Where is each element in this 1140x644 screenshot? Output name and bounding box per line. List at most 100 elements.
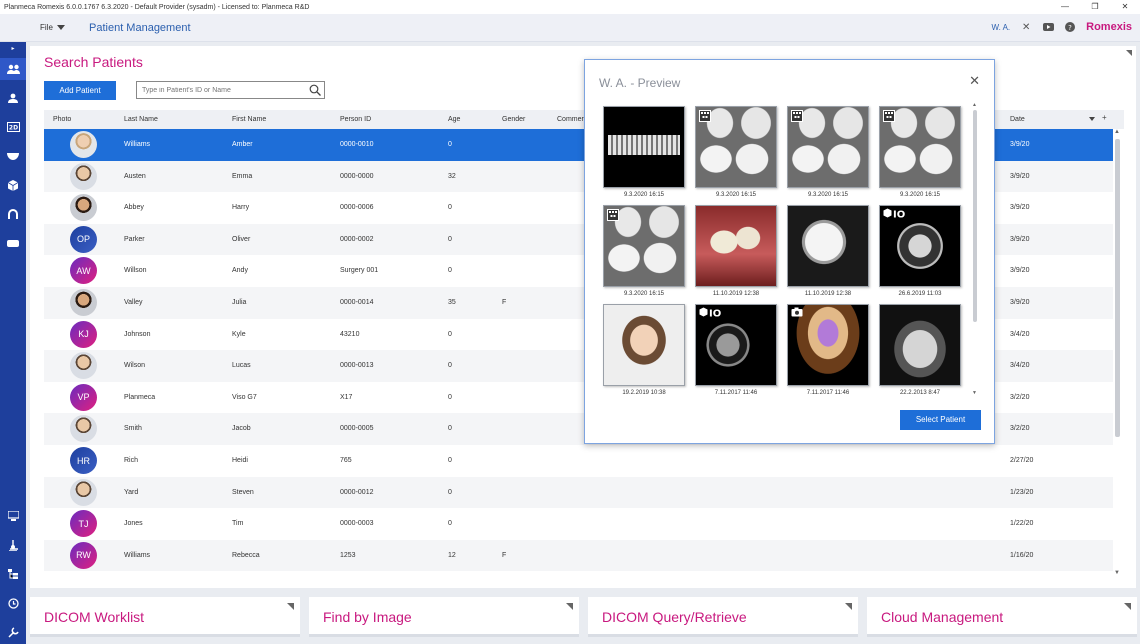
column-header-person-id[interactable]: Person ID [340, 116, 371, 123]
intraoral-grid-icon [699, 110, 711, 122]
preview-scrollbar-thumb[interactable] [973, 110, 977, 322]
preview-thumbnail[interactable]: 22.2.2013 8:47 [879, 304, 961, 396]
preview-thumbnail[interactable]: 9.3.2020 16:15 [879, 106, 961, 198]
arch-icon[interactable] [0, 203, 26, 225]
module-title: Patient Management [89, 22, 191, 34]
header-right: W. A. ✕ ? Romexis [991, 21, 1132, 33]
preview-thumbnail[interactable]: 9.3.2020 16:15 [603, 106, 685, 198]
avatar [70, 478, 97, 506]
panel-corner-icon[interactable] [1126, 50, 1132, 56]
close-patient-icon[interactable]: ✕ [1020, 21, 1032, 33]
cell-first-name: Rebecca [232, 551, 260, 559]
cell-person-id: 0000-0006 [340, 204, 374, 212]
expand-corner-icon[interactable] [566, 603, 573, 610]
preview-scrollbar[interactable]: ▲ ▼ [971, 102, 979, 398]
table-row[interactable]: Yard Steven 0000-0012 0 1/23/20 [44, 476, 1113, 509]
add-patient-button[interactable]: Add Patient [44, 81, 116, 100]
table-row[interactable]: TJ Jones Tim 0000-0003 0 1/22/20 [44, 508, 1113, 540]
preview-thumbnail[interactable]: 9.3.2020 16:15 [695, 106, 777, 198]
cbct-image[interactable]: IO [879, 205, 961, 287]
thumbnail-date: 9.3.2020 16:15 [623, 192, 665, 198]
preview-thumbnail[interactable]: 11.10.2019 12:38 [787, 205, 869, 297]
preview-thumbnail[interactable]: IO 7.11.2017 11:46 [695, 304, 777, 396]
thumbnail-date: 9.3.2020 16:15 [899, 192, 941, 198]
preview-thumbnail[interactable]: 11.10.2019 12:38 [695, 205, 777, 297]
scanner-icon[interactable] [0, 232, 26, 254]
expand-corner-icon[interactable] [845, 603, 852, 610]
svg-text:2D: 2D [8, 125, 17, 132]
workstation-icon[interactable] [0, 505, 26, 527]
select-patient-button[interactable]: Select Patient [900, 410, 981, 430]
table-row[interactable]: HR Rich Heidi 765 0 2/27/20 [44, 445, 1113, 477]
user-initials[interactable]: W. A. [991, 23, 1010, 32]
intraoral-photo-image[interactable] [695, 205, 777, 287]
microscope-icon[interactable] [0, 534, 26, 556]
intraoral-xray-image[interactable] [879, 106, 961, 188]
thumbnail-date: 26.6.2019 11:03 [898, 291, 942, 297]
patient-search-input[interactable] [137, 82, 305, 98]
preview-scroll-down-icon[interactable]: ▼ [972, 390, 977, 396]
2d-imaging-icon[interactable]: 2D [0, 116, 26, 138]
minimize-icon[interactable]: — [1050, 0, 1080, 14]
close-icon[interactable]: ✕ [969, 73, 980, 89]
panoramic-image[interactable] [879, 304, 961, 386]
3d-render-image[interactable] [787, 304, 869, 386]
preview-scroll-up-icon[interactable]: ▲ [972, 102, 977, 108]
cell-age: 0 [448, 235, 452, 243]
cbct-image[interactable]: IO [695, 304, 777, 386]
expand-corner-icon[interactable] [287, 603, 294, 610]
panoramic-image[interactable] [603, 106, 685, 188]
tooth-icon[interactable] [0, 145, 26, 167]
preview-thumbnail[interactable]: IO 26.6.2019 11:03 [879, 205, 961, 297]
intraoral-xray-image[interactable] [603, 205, 685, 287]
column-header-date[interactable]: Date [1010, 116, 1025, 123]
column-header-photo[interactable]: Photo [53, 116, 71, 123]
patients-icon[interactable] [0, 58, 26, 80]
column-header-last-name[interactable]: Last Name [124, 116, 158, 123]
patient-icon[interactable] [0, 87, 26, 109]
search-icon[interactable] [309, 84, 321, 96]
cell-first-name: Steven [232, 488, 254, 496]
expand-corner-icon[interactable] [1124, 603, 1131, 610]
close-window-icon[interactable]: ✕ [1110, 0, 1140, 14]
scroll-down-icon[interactable]: ▼ [1114, 570, 1120, 576]
intraoral-xray-image[interactable] [695, 106, 777, 188]
maximize-icon[interactable]: ❐ [1080, 0, 1110, 14]
table-scrollbar[interactable]: ▲ ▼ [1113, 129, 1122, 579]
sort-chevron-icon[interactable] [1089, 117, 1095, 121]
video-icon[interactable] [1042, 21, 1054, 33]
tile-dicom-query-retrieve[interactable]: DICOM Query/Retrieve [588, 597, 858, 637]
3d-cube-icon[interactable] [0, 174, 26, 196]
tile-cloud-management[interactable]: Cloud Management [867, 597, 1137, 637]
column-header-first-name[interactable]: First Name [232, 116, 266, 123]
face-photo-image[interactable] [603, 304, 685, 386]
hierarchy-icon[interactable] [0, 563, 26, 585]
column-header-gender[interactable]: Gender [502, 116, 525, 123]
tile-find-by-image[interactable]: Find by Image [309, 597, 579, 637]
column-header-comment[interactable]: Commer [557, 116, 584, 123]
tile-label: DICOM Worklist [44, 609, 145, 625]
preview-thumbnail[interactable]: 9.3.2020 16:15 [787, 106, 869, 198]
file-menu[interactable]: File [40, 23, 65, 32]
tile-dicom-worklist[interactable]: DICOM Worklist [30, 597, 300, 637]
cell-first-name: Julia [232, 299, 247, 306]
scroll-up-icon[interactable]: ▲ [1114, 129, 1120, 135]
avatar [70, 131, 97, 158]
history-icon[interactable] [0, 592, 26, 614]
patient-search-box [136, 81, 325, 99]
preview-thumbnail[interactable]: 9.3.2020 16:15 [603, 205, 685, 297]
sidebar-collapse-icon[interactable]: ▸ [0, 42, 26, 54]
help-icon[interactable]: ? [1064, 21, 1076, 33]
preview-thumbnail[interactable]: 7.11.2017 11:46 [787, 304, 869, 396]
preview-thumbnail[interactable]: 19.2.2019 10:38 [603, 304, 685, 396]
intraoral-xray-image[interactable] [787, 106, 869, 188]
add-column-icon[interactable]: + [1102, 113, 1107, 122]
cephalometric-image[interactable] [787, 205, 869, 287]
table-row[interactable]: RW Williams Rebecca 1253 12 F 1/16/20 [44, 539, 1113, 572]
column-header-age[interactable]: Age [448, 116, 460, 123]
scrollbar-thumb[interactable] [1115, 139, 1120, 437]
cell-date: 3/9/20 [1010, 235, 1030, 243]
cell-last-name: Jones [124, 520, 143, 528]
cell-first-name: Viso G7 [232, 393, 257, 401]
tools-icon[interactable] [0, 621, 26, 643]
